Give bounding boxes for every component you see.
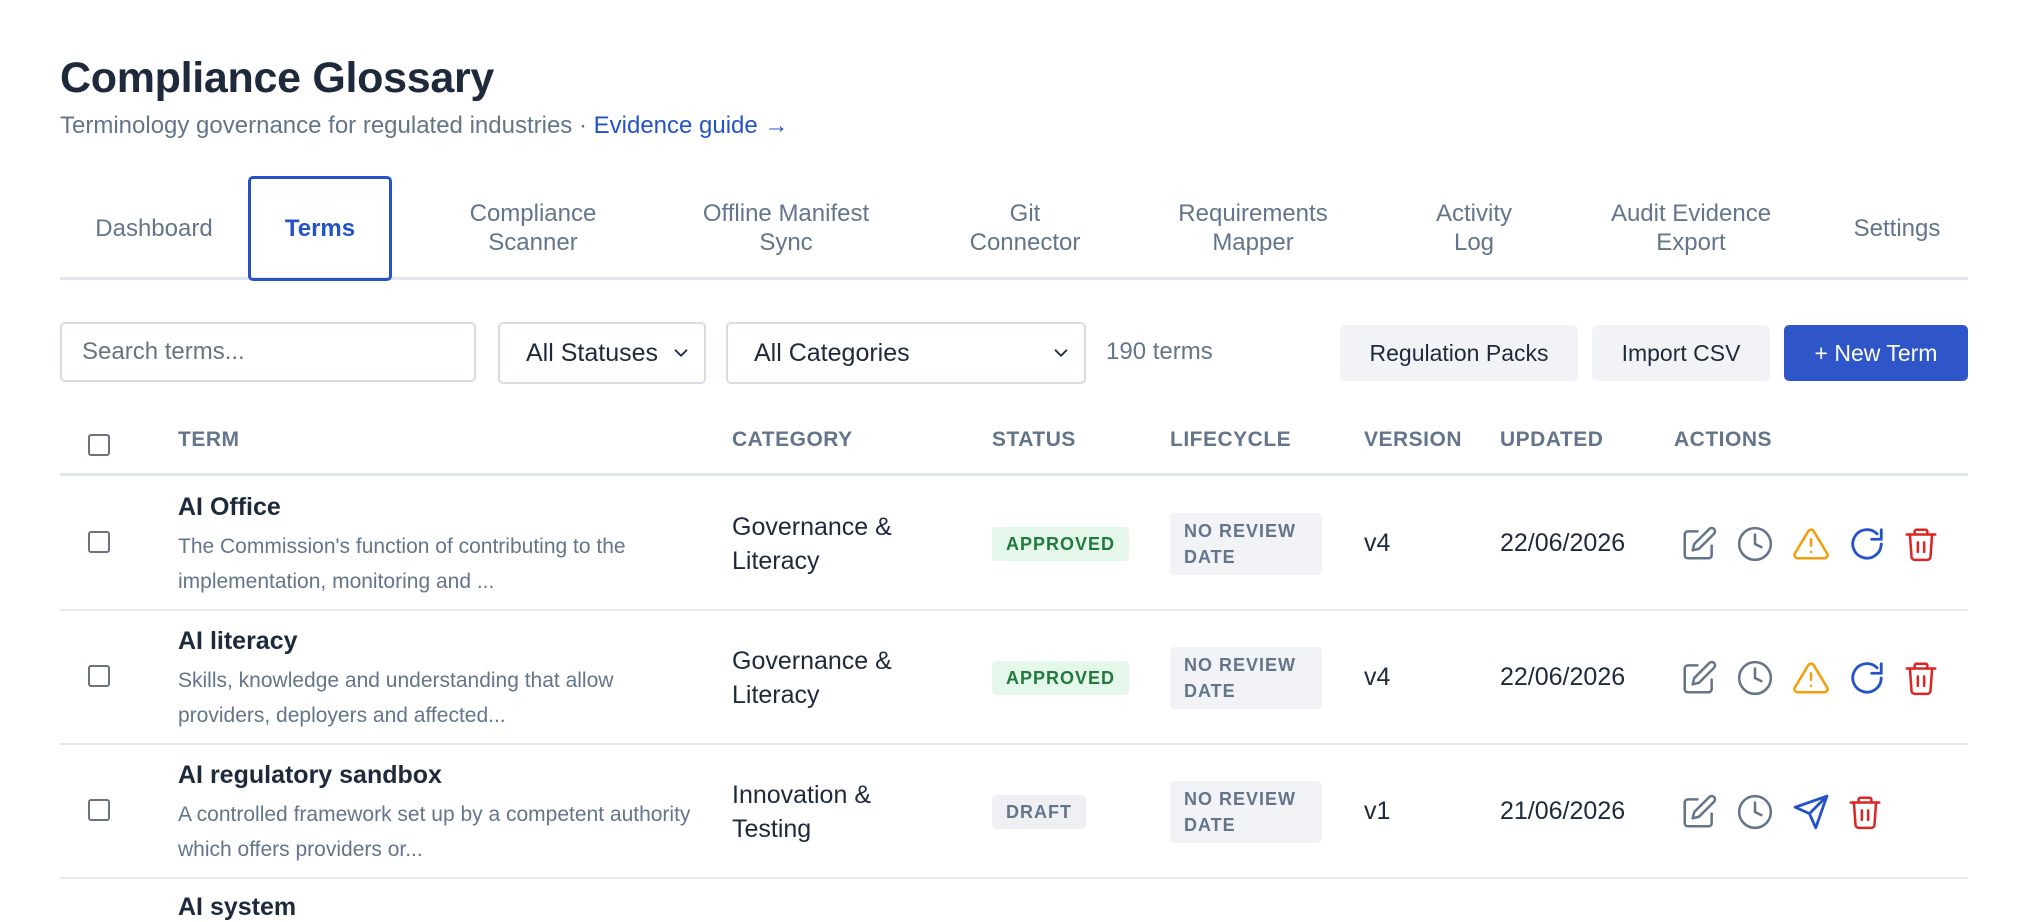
header-actions: ACTIONS (1674, 428, 1772, 451)
term-updated: 22/06/2026 (1500, 663, 1626, 691)
edit-icon[interactable] (1680, 659, 1718, 697)
status-badge: DRAFT (992, 795, 1086, 829)
regulation-packs-button[interactable]: Regulation Packs (1340, 325, 1578, 381)
term-category: Governance & Literacy (732, 647, 892, 709)
lifecycle-badge: NO REVIEW DATE (1170, 781, 1322, 843)
page-subtitle: Terminology governance for regulated ind… (60, 112, 788, 140)
main-tabs: Dashboard Terms Compliance Scanner Offlin… (60, 176, 1968, 281)
chevron-down-icon (674, 349, 688, 357)
lifecycle-badge: NO REVIEW DATE (1170, 647, 1322, 709)
term-name[interactable]: AI system (178, 893, 296, 922)
tab-compliance-scanner[interactable]: Compliance Scanner (430, 176, 636, 280)
send-icon[interactable] (1792, 793, 1830, 831)
import-csv-button[interactable]: Import CSV (1592, 325, 1770, 381)
lifecycle-badge: NO REVIEW DATE (1170, 513, 1322, 575)
tab-settings[interactable]: Settings (1826, 176, 1968, 280)
table-row[interactable]: AI regulatory sandbox A controlled frame… (60, 745, 1968, 879)
chevron-down-icon (1054, 349, 1068, 357)
term-description: The Commission's function of contributin… (178, 535, 626, 593)
history-icon[interactable] (1736, 793, 1774, 831)
term-version: v4 (1364, 663, 1391, 691)
term-version: v4 (1364, 529, 1391, 557)
history-icon[interactable] (1736, 659, 1774, 697)
search-input[interactable] (60, 322, 476, 382)
term-updated: 21/06/2026 (1500, 797, 1626, 825)
trash-icon[interactable] (1902, 525, 1940, 563)
term-description: A controlled framework set up by a compe… (178, 803, 691, 861)
term-description: Skills, knowledge and understanding that… (178, 669, 614, 727)
trash-icon[interactable] (1846, 793, 1884, 831)
tab-activity-log[interactable]: Activity Log (1390, 176, 1558, 280)
term-updated: 22/06/2026 (1500, 529, 1626, 557)
edit-icon[interactable] (1680, 525, 1718, 563)
row-checkbox[interactable] (88, 799, 110, 821)
header-category[interactable]: CATEGORY (732, 428, 853, 452)
tab-git-connector[interactable]: Git Connector (930, 176, 1120, 280)
category-filter-value: All Categories (754, 338, 910, 367)
edit-icon[interactable] (1680, 793, 1718, 831)
evidence-guide-link[interactable]: Evidence guide → (594, 112, 789, 139)
status-badge: APPROVED (992, 661, 1130, 695)
warning-icon[interactable] (1792, 659, 1830, 697)
new-term-button[interactable]: + New Term (1784, 325, 1968, 381)
header-term[interactable]: TERM (178, 428, 240, 452)
header-status[interactable]: STATUS (992, 428, 1076, 452)
tab-audit-evidence-export[interactable]: Audit Evidence Export (1580, 176, 1802, 280)
trash-icon[interactable] (1902, 659, 1940, 697)
status-badge: APPROVED (992, 527, 1130, 561)
term-version: v1 (1364, 797, 1391, 825)
warning-icon[interactable] (1792, 525, 1830, 563)
toolbar: All Statuses All Categories 190 terms Re… (60, 322, 1968, 384)
row-checkbox[interactable] (88, 531, 110, 553)
term-count: 190 terms (1106, 338, 1213, 365)
header-lifecycle[interactable]: LIFECYCLE (1170, 428, 1291, 452)
refresh-icon[interactable] (1848, 659, 1886, 697)
select-all-checkbox[interactable] (88, 434, 110, 456)
term-category: Governance & Literacy (732, 513, 892, 575)
refresh-icon[interactable] (1848, 525, 1886, 563)
page-title: Compliance Glossary (60, 54, 495, 102)
header-updated[interactable]: UPDATED (1500, 428, 1603, 452)
category-filter-select[interactable]: All Categories (726, 322, 1086, 384)
term-name[interactable]: AI literacy (178, 627, 298, 656)
table-row[interactable]: AI Office The Commission's function of c… (60, 477, 1968, 611)
term-category: Innovation & Testing (732, 781, 871, 843)
table-row[interactable]: AI literacy Skills, knowledge and unders… (60, 611, 1968, 745)
subtitle-text: Terminology governance for regulated ind… (60, 112, 594, 139)
term-name[interactable]: AI regulatory sandbox (178, 761, 442, 790)
table-header: TERM CATEGORY STATUS LIFECYCLE VERSION U… (60, 414, 1968, 476)
tab-requirements-mapper[interactable]: Requirements Mapper (1146, 176, 1360, 280)
status-filter-value: All Statuses (526, 338, 659, 367)
status-filter-select[interactable]: All Statuses (498, 322, 706, 384)
tab-dashboard[interactable]: Dashboard (60, 176, 248, 280)
tab-terms[interactable]: Terms (248, 176, 392, 281)
tab-offline-manifest-sync[interactable]: Offline Manifest Sync (668, 176, 904, 280)
header-version[interactable]: VERSION (1364, 428, 1462, 452)
row-checkbox[interactable] (88, 665, 110, 687)
history-icon[interactable] (1736, 525, 1774, 563)
term-name[interactable]: AI Office (178, 493, 281, 522)
